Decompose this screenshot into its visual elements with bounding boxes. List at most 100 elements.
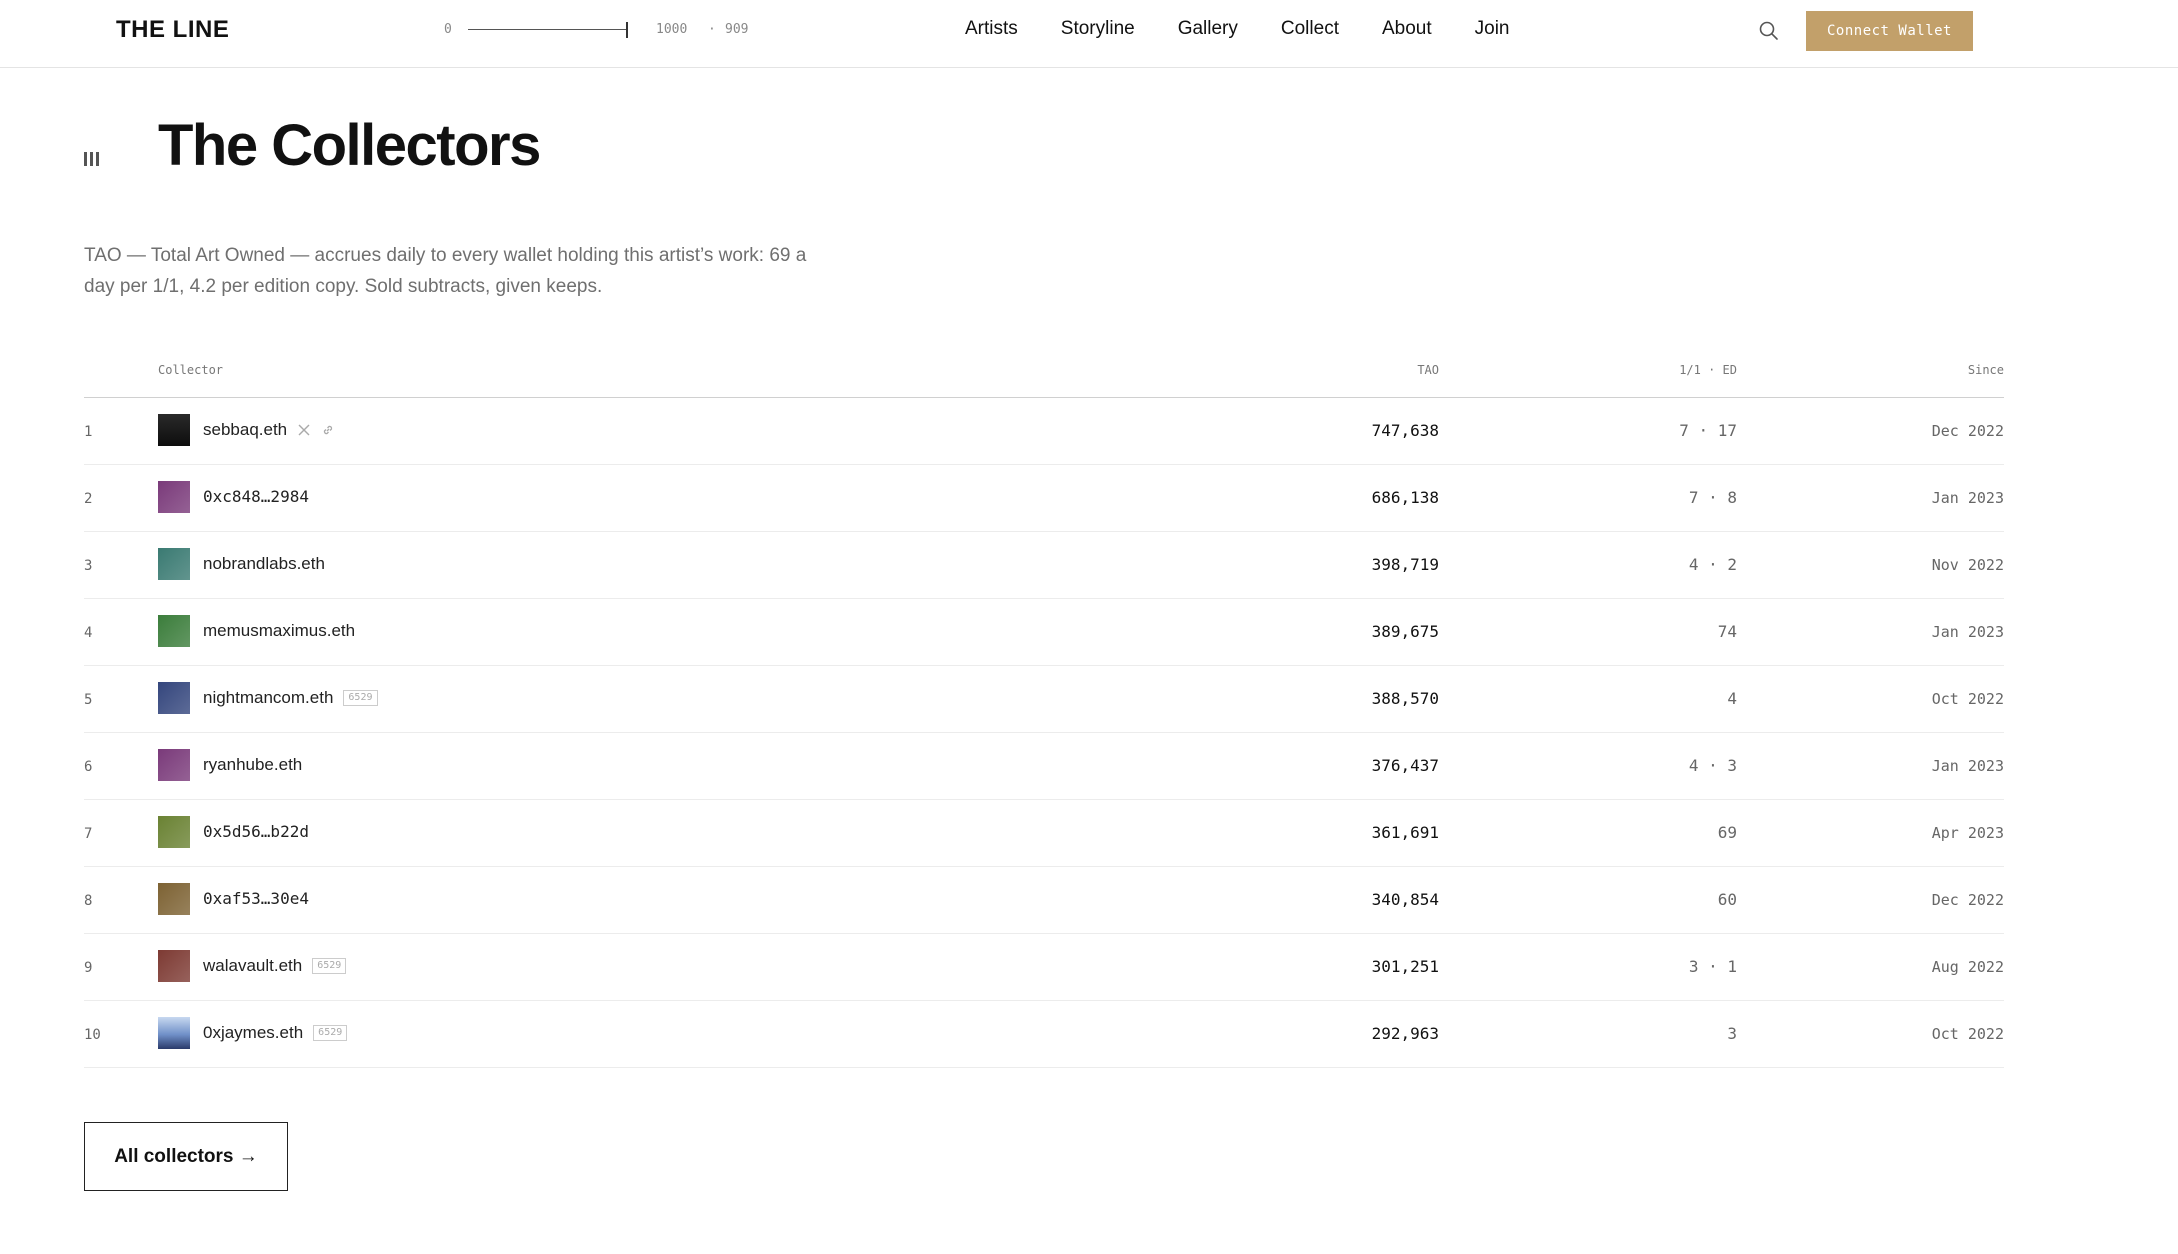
- tao-value: 398,719: [1371, 555, 1439, 574]
- ed-value: 7 · 17: [1679, 421, 1737, 440]
- collector-name[interactable]: ryanhube.eth: [203, 755, 302, 775]
- range-slider[interactable]: 0 1000 · 909: [444, 18, 764, 42]
- collector-name-text[interactable]: memusmaximus.eth: [203, 621, 355, 641]
- header-tao[interactable]: TAO: [1417, 363, 1439, 377]
- avatar[interactable]: [158, 414, 190, 446]
- ed-value: 69: [1717, 823, 1737, 842]
- tao-value: 376,437: [1371, 756, 1439, 775]
- collector-badge: 6529: [312, 958, 347, 974]
- ed-value: 4 · 2: [1688, 555, 1737, 574]
- row-rank: 9: [84, 960, 93, 976]
- nav-storyline[interactable]: Storyline: [1061, 18, 1135, 40]
- collector-badge: 6529: [313, 1025, 348, 1041]
- collector-name-text[interactable]: 0xaf53…30e4: [203, 889, 309, 908]
- nav-collect[interactable]: Collect: [1281, 18, 1339, 40]
- collector-name[interactable]: sebbaq.eth: [203, 420, 335, 440]
- table-row[interactable]: 5 nightmancom.eth 6529 388,570 4 Oct 2022: [84, 666, 2004, 733]
- avatar[interactable]: [158, 481, 190, 513]
- since-value: Aug 2022: [1931, 958, 2004, 976]
- table-row[interactable]: 1 sebbaq.eth 747,638 7 · 17 Dec 2022: [84, 398, 2004, 465]
- header-ed[interactable]: 1/1 · ED: [1679, 363, 1737, 377]
- ed-value: 3 · 1: [1688, 957, 1737, 976]
- slider-separator: ·: [708, 22, 716, 37]
- collector-name-text[interactable]: 0x5d56…b22d: [203, 822, 309, 841]
- avatar[interactable]: [158, 682, 190, 714]
- table-row[interactable]: 9 walavault.eth 6529 301,251 3 · 1 Aug 20…: [84, 934, 2004, 1001]
- collector-name[interactable]: memusmaximus.eth: [203, 621, 355, 641]
- tao-value: 301,251: [1371, 957, 1439, 976]
- since-value: Dec 2022: [1931, 422, 2004, 440]
- search-icon[interactable]: [1758, 20, 1780, 42]
- collector-name-text[interactable]: walavault.eth: [203, 956, 302, 976]
- avatar[interactable]: [158, 1017, 190, 1049]
- collector-name-text[interactable]: ryanhube.eth: [203, 755, 302, 775]
- since-value: Dec 2022: [1931, 891, 2004, 909]
- slider-track[interactable]: [468, 29, 626, 30]
- main-nav: Artists Storyline Gallery Collect About …: [965, 18, 1552, 40]
- collector-name[interactable]: walavault.eth 6529: [203, 956, 347, 976]
- row-rank: 5: [84, 692, 93, 708]
- collector-name[interactable]: 0xjaymes.eth 6529: [203, 1023, 348, 1043]
- collector-name[interactable]: 0xaf53…30e4: [203, 889, 309, 908]
- row-rank: 6: [84, 759, 93, 775]
- tao-value: 686,138: [1371, 488, 1439, 507]
- since-value: Oct 2022: [1931, 1025, 2004, 1043]
- nav-artists[interactable]: Artists: [965, 18, 1018, 40]
- avatar[interactable]: [158, 816, 190, 848]
- collector-name[interactable]: 0x5d56…b22d: [203, 822, 309, 841]
- site-header: THE LINE 0 1000 · 909 Artists Storyline …: [0, 0, 2178, 68]
- row-rank: 8: [84, 893, 93, 909]
- avatar[interactable]: [158, 950, 190, 982]
- row-rank: 2: [84, 491, 93, 507]
- table-row[interactable]: 6 ryanhube.eth 376,437 4 · 3 Jan 2023: [84, 733, 2004, 800]
- table-row[interactable]: 4 memusmaximus.eth 389,675 74 Jan 2023: [84, 599, 2004, 666]
- x-icon[interactable]: [297, 423, 311, 437]
- slider-value: 909: [725, 22, 749, 37]
- connect-wallet-button[interactable]: Connect Wallet: [1806, 11, 1973, 51]
- collector-name-text[interactable]: 0xc848…2984: [203, 487, 309, 506]
- collector-name-text[interactable]: 0xjaymes.eth: [203, 1023, 303, 1043]
- table-row[interactable]: 3 nobrandlabs.eth 398,719 4 · 2 Nov 2022: [84, 532, 2004, 599]
- slider-handle[interactable]: [625, 22, 628, 38]
- ed-value: 60: [1717, 890, 1737, 909]
- collector-name[interactable]: nightmancom.eth 6529: [203, 688, 378, 708]
- since-value: Oct 2022: [1931, 690, 2004, 708]
- collector-name-text[interactable]: nightmancom.eth: [203, 688, 333, 708]
- since-value: Jan 2023: [1931, 757, 2004, 775]
- collector-name-text[interactable]: sebbaq.eth: [203, 420, 287, 440]
- slider-max-label: 1000: [656, 22, 688, 37]
- all-collectors-button[interactable]: All collectors →: [84, 1122, 288, 1191]
- since-value: Jan 2023: [1931, 623, 2004, 641]
- ed-value: 3: [1727, 1024, 1737, 1043]
- tao-value: 747,638: [1371, 421, 1439, 440]
- collector-name[interactable]: nobrandlabs.eth: [203, 554, 325, 574]
- ed-value: 7 · 8: [1688, 488, 1737, 507]
- tao-value: 389,675: [1371, 622, 1439, 641]
- table-row[interactable]: 7 0x5d56…b22d 361,691 69 Apr 2023: [84, 800, 2004, 867]
- collector-name-text[interactable]: nobrandlabs.eth: [203, 554, 325, 574]
- nav-about[interactable]: About: [1382, 18, 1432, 40]
- ed-value: 74: [1717, 622, 1737, 641]
- table-row[interactable]: 2 0xc848…2984 686,138 7 · 8 Jan 2023: [84, 465, 2004, 532]
- avatar[interactable]: [158, 615, 190, 647]
- link-icon[interactable]: [321, 423, 335, 437]
- collector-name[interactable]: 0xc848…2984: [203, 487, 309, 506]
- nav-gallery[interactable]: Gallery: [1178, 18, 1238, 40]
- tao-value: 388,570: [1371, 689, 1439, 708]
- since-value: Nov 2022: [1931, 556, 2004, 574]
- avatar[interactable]: [158, 548, 190, 580]
- avatar[interactable]: [158, 883, 190, 915]
- ed-value: 4: [1727, 689, 1737, 708]
- page-title: The Collectors: [158, 113, 541, 178]
- header-since[interactable]: Since: [1968, 363, 2004, 377]
- avatar[interactable]: [158, 749, 190, 781]
- header-collector[interactable]: Collector: [158, 363, 223, 377]
- site-logo[interactable]: THE LINE: [116, 16, 229, 44]
- nav-join[interactable]: Join: [1475, 18, 1510, 40]
- row-rank: 7: [84, 826, 93, 842]
- menu-icon[interactable]: [84, 152, 100, 166]
- row-rank: 10: [84, 1027, 101, 1043]
- table-row[interactable]: 10 0xjaymes.eth 6529 292,963 3 Oct 2022: [84, 1001, 2004, 1068]
- table-row[interactable]: 8 0xaf53…30e4 340,854 60 Dec 2022: [84, 867, 2004, 934]
- collectors-table: Collector TAO 1/1 · ED Since 1 sebbaq.et…: [84, 350, 2004, 1068]
